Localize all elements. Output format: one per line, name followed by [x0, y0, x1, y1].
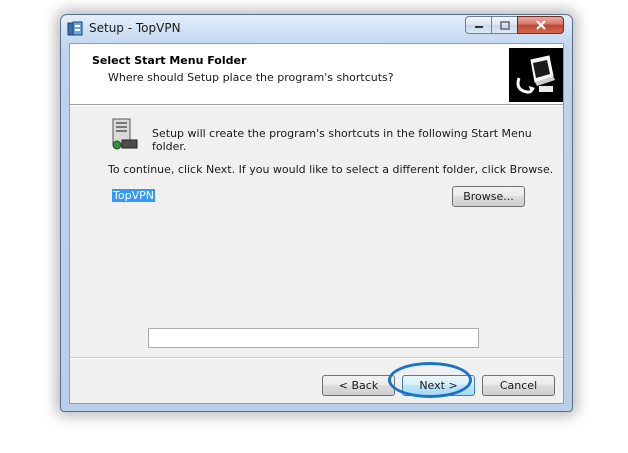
page-subtitle: Where should Setup place the program's s…	[108, 71, 394, 84]
folder-input-box[interactable]	[148, 328, 479, 348]
close-icon	[535, 20, 546, 30]
wizard-client-area: Select Start Menu Folder Where should Se…	[69, 43, 564, 404]
close-button[interactable]	[517, 16, 564, 34]
maximize-icon	[499, 20, 510, 30]
browse-button[interactable]: Browse...	[452, 186, 525, 207]
wizard-header: Select Start Menu Folder Where should Se…	[70, 44, 563, 105]
minimize-icon	[474, 26, 483, 28]
start-menu-folder-icon	[108, 118, 138, 150]
folder-input-value: TopVPN	[112, 189, 155, 202]
title-bar[interactable]: Setup - TopVPN	[61, 15, 572, 41]
start-menu-folder-input[interactable]: TopVPN	[109, 186, 479, 348]
maximize-button[interactable]	[491, 16, 518, 34]
computer-install-icon	[509, 48, 563, 102]
page-title: Select Start Menu Folder	[92, 54, 247, 67]
header-divider	[70, 105, 563, 106]
info-text: Setup will create the program's shortcut…	[152, 127, 532, 153]
next-button-highlight-ring	[388, 362, 472, 398]
minimize-button[interactable]	[465, 16, 492, 34]
instruction-text: To continue, click Next. If you would li…	[108, 163, 554, 176]
cancel-button[interactable]: Cancel	[482, 375, 555, 396]
setup-window: Setup - TopVPN Select Start Menu Folder …	[60, 14, 573, 412]
back-button[interactable]: < Back	[322, 375, 395, 396]
footer-divider-highlight	[70, 358, 563, 359]
window-title: Setup - TopVPN	[89, 21, 181, 35]
setup-app-icon	[67, 21, 83, 37]
